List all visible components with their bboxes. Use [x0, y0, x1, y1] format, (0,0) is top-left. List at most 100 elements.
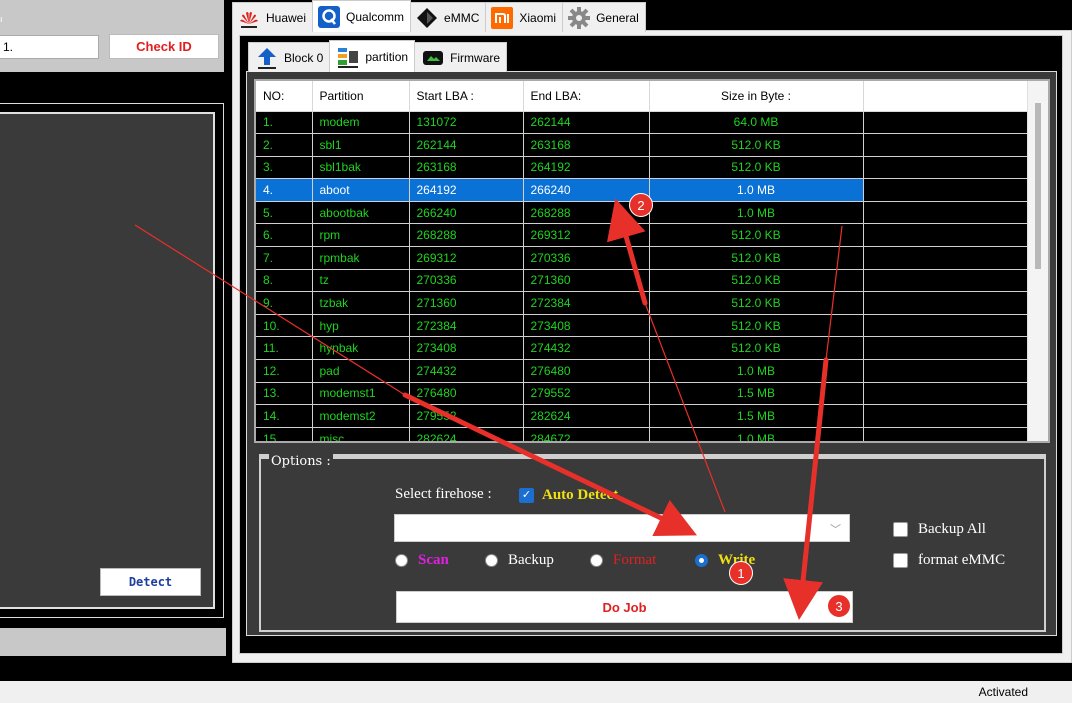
header-start-lba[interactable]: Start LBA : [409, 81, 524, 112]
cell-end: 274432 [523, 336, 650, 361]
cell-partition: hyp [312, 314, 410, 338]
radio-scan[interactable]: Scan [395, 552, 449, 569]
table-row[interactable]: 3. sbl1bak 263168 264192 512.0 KB [256, 156, 1030, 180]
table-header-row: NO: Partition Start LBA : End LBA: Size … [256, 81, 1030, 112]
radio-selected-icon [695, 554, 708, 567]
radio-scan-label: Scan [418, 552, 449, 568]
table-row[interactable]: 12. pad 274432 276480 1.0 MB [256, 359, 1030, 383]
cell-end: 263168 [523, 133, 650, 157]
header-end-lba[interactable]: End LBA: [523, 81, 650, 112]
cell-no: 4. [256, 178, 313, 202]
cell-end: 276480 [523, 359, 650, 383]
radio-backup[interactable]: Backup [485, 552, 554, 569]
cell-filler [863, 133, 1030, 157]
tab-general[interactable]: General [562, 2, 646, 32]
radio-format[interactable]: Format [590, 552, 656, 569]
cell-no: 7. [256, 246, 313, 270]
firehose-label: Select firehose : [395, 486, 492, 502]
cell-size: 512.0 KB [649, 291, 864, 315]
cell-start: 266240 [409, 201, 524, 225]
tab-general-label: General [596, 10, 639, 25]
table-row[interactable]: 7. rpmbak 269312 270336 512.0 KB [256, 246, 1030, 270]
radio-circle-icon [395, 554, 408, 567]
cell-start: 276480 [409, 382, 524, 406]
cell-partition: sbl1 [312, 133, 410, 157]
cell-no: 15. [256, 427, 313, 441]
detect-button[interactable]: Detect [100, 568, 201, 596]
table-row[interactable]: 8. tz 270336 271360 512.0 KB [256, 269, 1030, 293]
cell-start: 271360 [409, 291, 524, 315]
chip-icon [423, 50, 444, 65]
table-row[interactable]: 10. hyp 272384 273408 512.0 KB [256, 314, 1030, 338]
cell-end: 269312 [523, 223, 650, 248]
cell-size: 1.5 MB [649, 382, 864, 406]
table-row[interactable]: 1. modem 131072 262144 64.0 MB [256, 111, 1030, 135]
cell-size: 1.0 MB [649, 201, 864, 225]
status-bar: Activated [0, 681, 1072, 703]
table-scrollbar[interactable] [1027, 81, 1048, 441]
annotation-badge-2: 2 [629, 193, 653, 217]
firehose-select[interactable]: ﹀ [394, 514, 850, 542]
cell-size: 512.0 KB [649, 269, 864, 293]
cell-partition: aboot [312, 178, 410, 202]
header-partition[interactable]: Partition [312, 81, 410, 112]
annotation-badge-1: 1 [729, 561, 753, 585]
xiaomi-logo-icon [491, 6, 514, 29]
header-no[interactable]: NO: [256, 81, 313, 112]
cell-size: 1.0 MB [649, 427, 864, 441]
cell-filler [863, 111, 1030, 135]
cell-partition: modemst2 [312, 404, 410, 428]
gear-icon [568, 6, 591, 29]
cell-end: 272384 [523, 291, 650, 315]
check-id-button[interactable]: Check ID [109, 34, 219, 59]
left-mini-marker: ı [0, 14, 3, 24]
table-row[interactable]: 15. misc 282624 284672 1.0 MB [256, 427, 1030, 441]
tab-xiaomi[interactable]: Xiaomi [485, 2, 564, 32]
checkbox-empty-icon [893, 522, 908, 537]
cell-partition: abootbak [312, 201, 410, 225]
checkbox-empty-icon [893, 553, 908, 568]
do-job-button[interactable]: Do Job [396, 591, 853, 623]
cell-size: 1.0 MB [649, 178, 864, 202]
tab-firmware[interactable]: Firmware [414, 42, 508, 72]
cell-filler [863, 427, 1030, 441]
cell-start: 282624 [409, 427, 524, 441]
tab-block0-label: Block 0 [284, 50, 324, 65]
table-row[interactable]: 2. sbl1 262144 263168 512.0 KB [256, 133, 1030, 157]
cell-start: 264192 [409, 178, 524, 202]
tab-block0[interactable]: Block 0 [248, 42, 331, 72]
cell-filler [863, 404, 1030, 428]
annotation-badge-3: 3 [827, 594, 851, 618]
table-row[interactable]: 13. modemst1 276480 279552 1.5 MB [256, 382, 1030, 406]
cell-partition: tz [312, 269, 410, 293]
format-emmc-checkbox[interactable]: format eMMC [893, 552, 1005, 569]
radio-backup-label: Backup [508, 552, 554, 568]
tab-partition[interactable]: partition [329, 40, 416, 72]
cell-filler [863, 178, 1030, 202]
status-text: Activated [978, 685, 1028, 699]
cell-size: 512.0 KB [649, 133, 864, 157]
cell-start: 272384 [409, 314, 524, 338]
table-row[interactable]: 11. hypbak 273408 274432 512.0 KB [256, 336, 1030, 361]
cell-partition: hypbak [312, 336, 410, 361]
tab-huawei[interactable]: Huawei [232, 2, 314, 32]
left-log-panel [0, 103, 224, 618]
table-row[interactable]: 6. rpm 268288 269312 512.0 KB [256, 223, 1030, 248]
id-input[interactable] [0, 35, 99, 59]
tab-qualcomm[interactable]: Qualcomm [312, 0, 412, 32]
cell-start: 268288 [409, 223, 524, 248]
table-row[interactable]: 14. modemst2 279552 282624 1.5 MB [256, 404, 1030, 428]
cell-start: 279552 [409, 404, 524, 428]
cell-filler [863, 269, 1030, 293]
scrollbar-thumb[interactable] [1035, 103, 1041, 269]
cell-size: 512.0 KB [649, 314, 864, 338]
cell-partition: sbl1bak [312, 156, 410, 180]
table-row[interactable]: 9. tzbak 271360 272384 512.0 KB [256, 291, 1030, 315]
tab-emmc[interactable]: eMMC [410, 2, 487, 32]
header-size[interactable]: Size in Byte : [649, 81, 864, 112]
chevron-down-icon: ﹀ [830, 524, 841, 536]
cell-partition: misc [312, 427, 410, 441]
backup-all-checkbox[interactable]: Backup All [893, 521, 986, 538]
cell-no: 3. [256, 156, 313, 180]
auto-detect-checkbox[interactable]: ✓ Auto Detect [519, 487, 618, 504]
